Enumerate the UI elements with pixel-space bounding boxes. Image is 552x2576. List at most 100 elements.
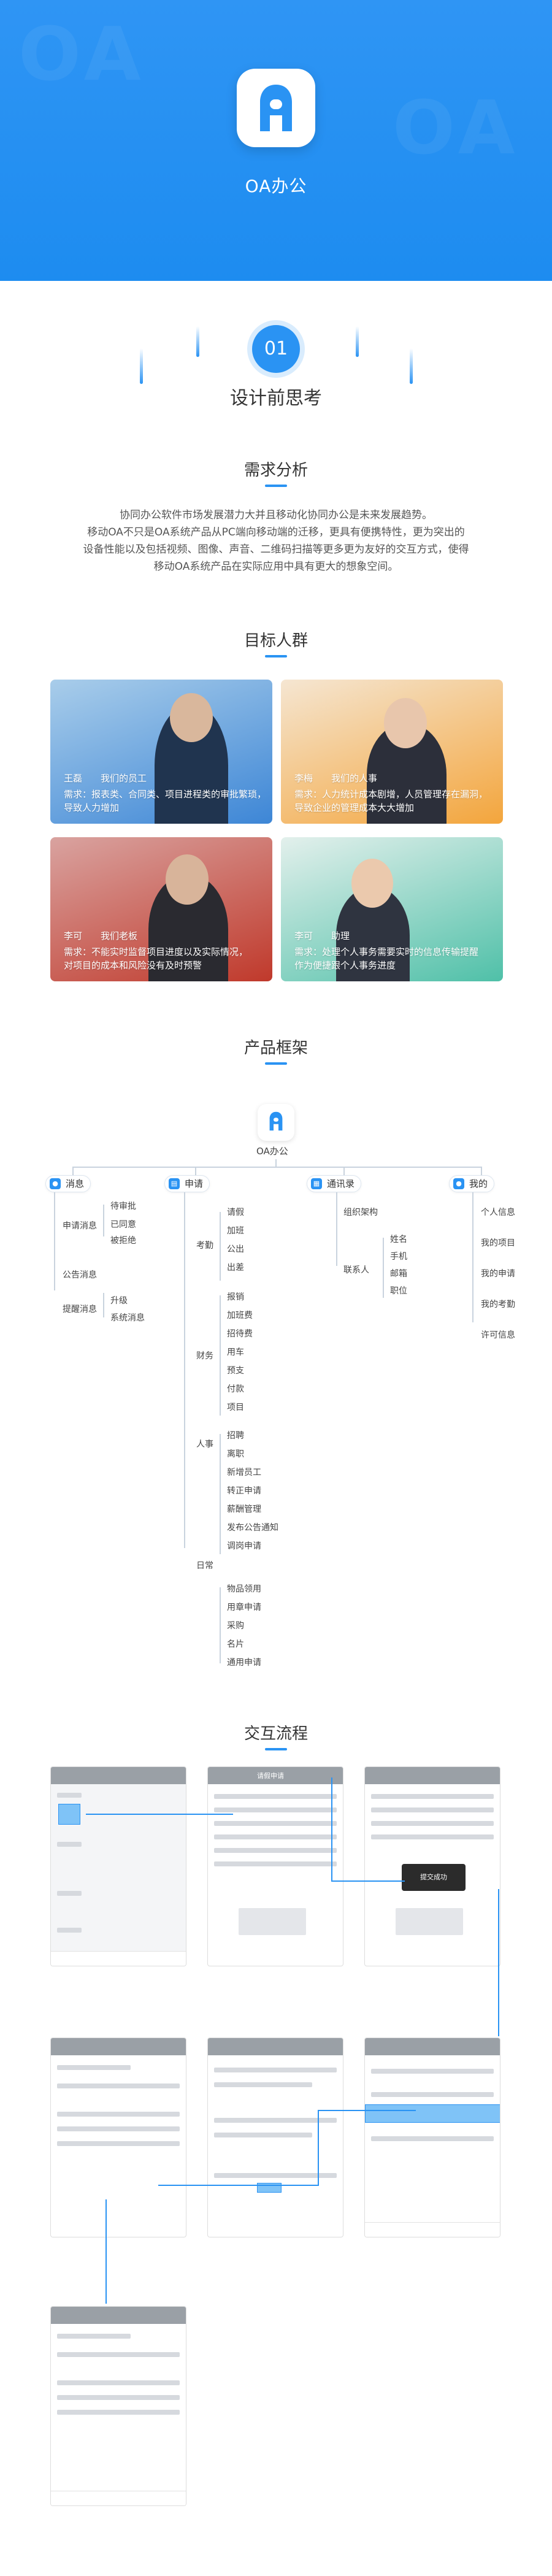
tree-line — [72, 1167, 481, 1168]
toast: 提交成功 — [402, 1864, 466, 1891]
apply-item: 用车 — [227, 1347, 244, 1357]
placeholder-row — [57, 2334, 131, 2339]
status-bar — [51, 2307, 186, 2324]
tree-line — [275, 1159, 277, 1167]
app-logo-icon — [260, 85, 292, 131]
hero-ghost-text: OA — [393, 86, 520, 171]
chat-icon: ● — [50, 1178, 61, 1189]
persona-role: 李可 助理 — [294, 930, 350, 941]
flow-arrow — [498, 1889, 499, 2036]
placeholder-row — [214, 1861, 337, 1866]
tree-line — [220, 1212, 221, 1281]
needs-paragraph: 协同办公软件市场发展潜力大并且移动化协同办公是未来发展趋势。 移动OA不只是OA… — [46, 507, 506, 575]
persona-face — [384, 698, 427, 748]
branch-apply: ▤ 申请 — [164, 1175, 210, 1192]
persona-card-hr: 李梅 我们的人事 需求：人力统计成本剧增，人员管理存在漏洞， 导致企业的管理成本… — [281, 680, 503, 824]
add-attachment-box[interactable] — [396, 1908, 463, 1935]
placeholder-row — [371, 1794, 494, 1799]
apply-item: 用章申请 — [227, 1603, 261, 1612]
persona-desc: 导致人力增加 — [64, 802, 120, 813]
apply-item: 付款 — [227, 1384, 244, 1394]
highlight-row — [365, 2104, 500, 2123]
flow-arrow — [331, 1777, 332, 1882]
tree-line — [184, 1192, 185, 1548]
msg-item: 被拒绝 — [110, 1236, 136, 1246]
mine-item: 许可信息 — [481, 1330, 515, 1340]
placeholder-row — [57, 1891, 82, 1896]
msg-item: 升级 — [110, 1296, 128, 1306]
apply-category: 人事 — [196, 1439, 213, 1449]
placeholder-row — [57, 2410, 180, 2415]
decor-bar — [356, 326, 359, 357]
placeholder-row — [57, 2083, 180, 2088]
tree-line — [336, 1192, 337, 1266]
tree-line — [72, 1167, 74, 1175]
msg-item: 系统消息 — [110, 1313, 145, 1323]
tree-line — [343, 1167, 345, 1175]
app-name: OA办公 — [245, 176, 307, 196]
status-bar — [51, 2038, 186, 2055]
framework-root-label: OA办公 — [256, 1146, 288, 1157]
framework-root-logo — [258, 1104, 294, 1141]
persona-desc: 导致企业的管理成本大大增加 — [294, 802, 415, 813]
hero-banner: OA OA OA办公 — [0, 0, 552, 281]
flow-screen-approved — [50, 2306, 186, 2506]
apply-item: 离职 — [227, 1449, 244, 1459]
placeholder-row — [214, 1848, 337, 1853]
placeholder-row — [57, 2352, 180, 2357]
flow-heading: 交互流程 — [243, 1725, 308, 1743]
branch-mine: ● 我的 — [449, 1175, 495, 1192]
mine-item: 我的申请 — [481, 1269, 515, 1279]
status-bar — [208, 2038, 343, 2055]
flow-screen-messages — [364, 2037, 500, 2237]
flow-arrow — [318, 2110, 416, 2111]
section-number-badge: 01 — [252, 325, 300, 373]
branch-label: 我的 — [469, 1178, 488, 1189]
status-bar — [51, 1767, 186, 1784]
persona-card-boss: 李可 我们老板 需求：不能实时监督项目进度以及实际情况， 对项目的成本和风险没有… — [50, 837, 272, 981]
apply-item: 通用申请 — [227, 1658, 261, 1668]
msg-item: 待审批 — [110, 1202, 136, 1211]
placeholder-row — [371, 2136, 494, 2141]
contacts-icon: ▦ — [311, 1178, 322, 1189]
flow-screen-submit: 提交成功 — [364, 1766, 500, 1966]
heading-underline — [265, 1062, 287, 1065]
persona-role: 李梅 我们的人事 — [294, 773, 378, 784]
apply-item: 报销 — [227, 1292, 244, 1302]
persona-role: 王磊 我们的员工 — [64, 773, 147, 784]
needs-line: 协同办公软件市场发展潜力大并且移动化协同办公是未来发展趋势。 — [120, 509, 432, 521]
apply-item: 转正申请 — [227, 1486, 261, 1496]
apply-category: 考勤 — [196, 1241, 213, 1251]
tree-line — [220, 1587, 221, 1663]
add-attachment-box[interactable] — [239, 1908, 306, 1935]
tree-line — [103, 1205, 104, 1236]
apply-category: 日常 — [196, 1561, 213, 1571]
apply-category: 财务 — [196, 1351, 213, 1361]
persona-role: 李可 我们老板 — [64, 930, 138, 941]
persona-desc: 需求：不能实时监督项目进度以及实际情况， — [64, 946, 248, 957]
placeholder-row — [371, 2092, 494, 2097]
flow-screen-apply-form: 请假申请 — [207, 1766, 343, 1966]
flow-arrow — [105, 2199, 107, 2304]
tree-line — [220, 1434, 221, 1554]
decor-bar — [140, 348, 143, 384]
status-bar — [365, 2038, 500, 2055]
msg-group: 申请消息 — [63, 1221, 97, 1231]
persona-desc: 作为便捷跟个人事务进度 — [294, 960, 396, 971]
placeholder-row — [371, 1807, 494, 1812]
heading-underline — [265, 655, 287, 657]
persona-card-assistant: 李可 助理 需求：处理个人事务需要实时的信息传输提醒 作为便捷跟个人事务进度 — [281, 837, 503, 981]
placeholder-row — [214, 1834, 337, 1839]
placeholder-row — [57, 2126, 180, 2131]
tree-line — [54, 1192, 55, 1290]
placeholder-row — [214, 1807, 337, 1812]
apply-item: 加班费 — [227, 1311, 253, 1321]
tree-line — [220, 1295, 221, 1416]
persona-face — [170, 693, 213, 742]
app-logo — [237, 69, 315, 147]
placeholder-row — [371, 2069, 494, 2074]
placeholder-row — [371, 1821, 494, 1826]
branch-label: 消息 — [66, 1178, 85, 1189]
placeholder-row — [214, 1821, 337, 1826]
hero-ghost-text: OA — [18, 12, 146, 98]
